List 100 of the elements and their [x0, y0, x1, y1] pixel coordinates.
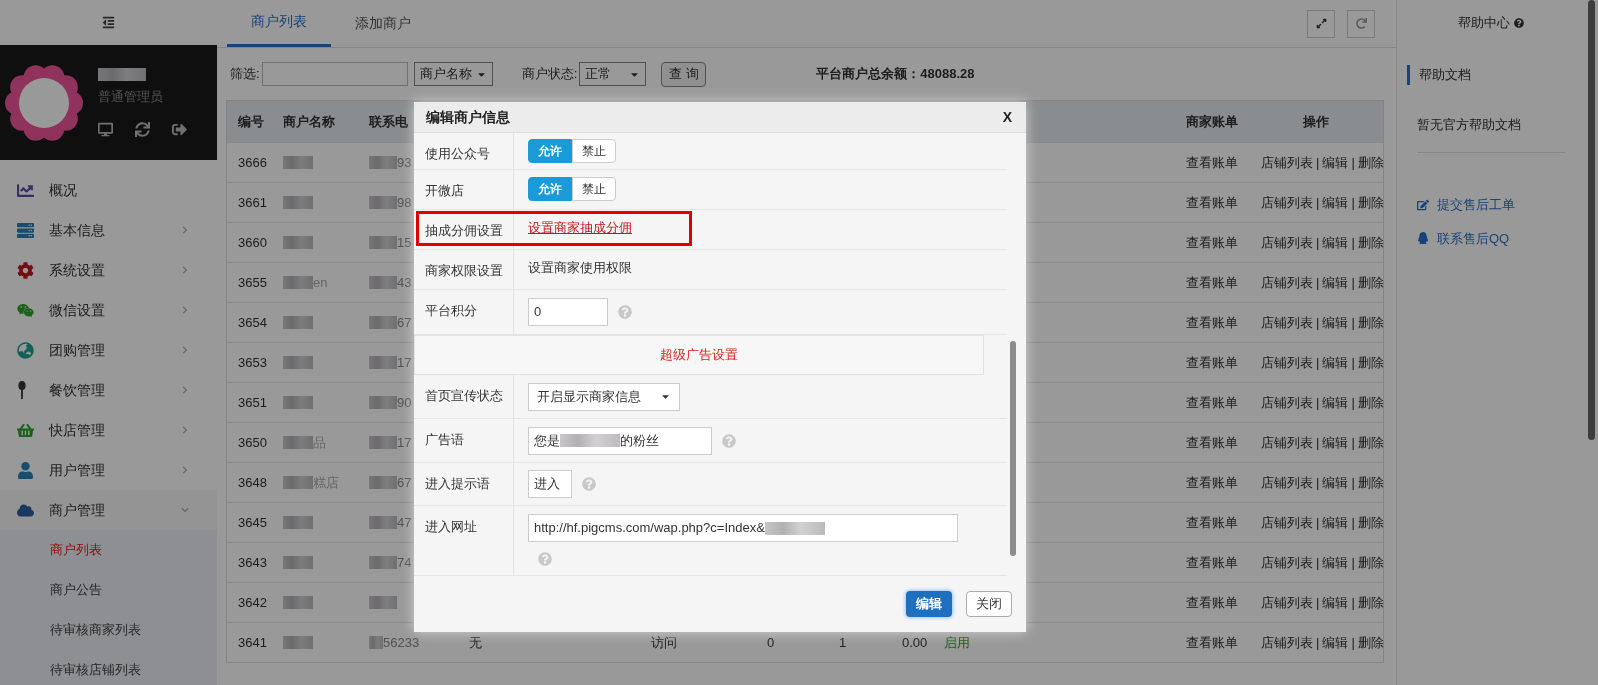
scrollbar[interactable] [1010, 341, 1016, 556]
input-field[interactable]: 进入 [528, 470, 572, 499]
action-link[interactable]: 店铺列表 [1261, 432, 1313, 453]
close-button[interactable]: 关闭 [966, 591, 1012, 617]
action-link[interactable]: 店铺列表 [1261, 392, 1313, 413]
fullscreen-button[interactable] [1307, 9, 1335, 38]
status-select[interactable]: 正常 [579, 62, 647, 86]
action-link[interactable]: 删除 [1357, 472, 1384, 493]
action-link[interactable]: 店铺列表 [1261, 512, 1313, 533]
submenu-item[interactable]: 待审核店铺列表 [0, 650, 217, 685]
submenu-item[interactable]: 待审核商家列表 [0, 610, 217, 650]
action-link[interactable]: 删除 [1357, 232, 1384, 253]
bill-link[interactable]: 查看账单 [1186, 232, 1261, 253]
action-link[interactable]: 编辑 [1322, 352, 1349, 373]
scrollbar[interactable] [1588, 0, 1595, 440]
filter-field[interactable] [261, 62, 408, 86]
help-link[interactable]: 提交售后工单 [1417, 195, 1515, 215]
input-field[interactable]: 0 [528, 297, 608, 326]
action-link[interactable]: 编辑 [1322, 632, 1349, 653]
commission-link[interactable]: 设置商家抽成分佣 [528, 217, 632, 238]
action-link[interactable]: 删除 [1357, 352, 1384, 373]
action-link[interactable]: 编辑 [1322, 592, 1349, 613]
action-link[interactable]: 删除 [1357, 272, 1384, 293]
action-link[interactable]: 店铺列表 [1261, 472, 1313, 493]
action-link[interactable]: 店铺列表 [1261, 632, 1313, 653]
action-link[interactable]: 店铺列表 [1261, 552, 1313, 573]
action-link[interactable]: 删除 [1357, 592, 1384, 613]
bill-link[interactable]: 查看账单 [1186, 632, 1261, 653]
action-link[interactable]: 编辑 [1322, 312, 1349, 333]
help-icon[interactable] [722, 433, 736, 448]
help-icon[interactable] [582, 477, 596, 492]
toggle-option[interactable]: 允许 [528, 177, 572, 202]
toggle-option[interactable]: 禁止 [572, 177, 616, 202]
action-link[interactable]: 编辑 [1322, 552, 1349, 573]
bill-link[interactable]: 查看账单 [1186, 152, 1261, 173]
action-link[interactable]: 编辑 [1322, 152, 1349, 173]
action-link[interactable]: 编辑 [1322, 392, 1349, 413]
sidebar-item[interactable]: 用户管理 [0, 450, 217, 490]
action-link[interactable]: 店铺列表 [1261, 232, 1313, 253]
action-link[interactable]: 删除 [1357, 192, 1384, 213]
status-select[interactable]: 开启显示商家信息 [528, 382, 680, 411]
sidebar-item[interactable]: 快店管理 [0, 410, 217, 450]
sidebar-item[interactable]: 团购管理 [0, 330, 217, 370]
sidebar-item[interactable]: 餐饮管理 [0, 370, 217, 410]
action-link[interactable]: 删除 [1357, 392, 1384, 413]
action-link[interactable]: 编辑 [1322, 472, 1349, 493]
bill-link[interactable]: 查看账单 [1186, 552, 1261, 573]
action-link[interactable]: 店铺列表 [1261, 312, 1313, 333]
refresh-button[interactable] [1347, 9, 1375, 38]
menu-icon[interactable] [102, 16, 115, 29]
tab[interactable]: 添加商户 [331, 0, 435, 47]
action-link[interactable]: 编辑 [1322, 272, 1349, 293]
action-link[interactable]: 店铺列表 [1261, 192, 1313, 213]
help-icon[interactable] [618, 304, 632, 319]
action-link[interactable]: 编辑 [1322, 192, 1349, 213]
sidebar-item[interactable]: 概况 [0, 170, 217, 210]
toggle-option[interactable]: 禁止 [572, 138, 616, 163]
bill-link[interactable]: 查看账单 [1186, 392, 1261, 413]
bill-link[interactable]: 查看账单 [1186, 432, 1261, 453]
bill-link[interactable]: 查看账单 [1186, 352, 1261, 373]
action-link[interactable]: 编辑 [1322, 432, 1349, 453]
bill-link[interactable]: 查看账单 [1186, 192, 1261, 213]
sidebar-item[interactable]: 基本信息 [0, 210, 217, 250]
bill-link[interactable]: 查看账单 [1186, 472, 1261, 493]
bill-link[interactable]: 查看账单 [1186, 592, 1261, 613]
bill-link[interactable]: 查看账单 [1186, 272, 1261, 293]
tab[interactable]: 商户列表 [227, 0, 331, 47]
action-link[interactable]: 店铺列表 [1261, 592, 1313, 613]
action-link[interactable]: 店铺列表 [1261, 272, 1313, 293]
sidebar-item[interactable]: 系统设置 [0, 250, 217, 290]
action-link[interactable]: 店铺列表 [1261, 352, 1313, 373]
bill-link[interactable]: 查看账单 [1186, 312, 1261, 333]
help-tab[interactable]: 帮助文档 [1407, 65, 1471, 85]
action-link[interactable]: 删除 [1357, 512, 1384, 533]
sidebar-item[interactable]: 商户管理 [0, 490, 217, 530]
monitor-icon[interactable] [98, 122, 113, 138]
field-select[interactable]: 商户名称 [413, 62, 493, 86]
edit-button[interactable]: 编辑 [906, 591, 952, 617]
input-field[interactable]: http://hf.pigcms.com/wap.php?c=Index& [528, 514, 958, 543]
sidebar-item[interactable]: 微信设置 [0, 290, 217, 330]
action-link[interactable]: 删除 [1357, 632, 1384, 653]
action-link[interactable]: 删除 [1357, 312, 1384, 333]
action-link[interactable]: 编辑 [1322, 232, 1349, 253]
action-link[interactable]: 删除 [1357, 552, 1384, 573]
close-button[interactable]: X [1000, 106, 1014, 128]
submenu-item[interactable]: 商户列表 [0, 530, 217, 570]
action-link[interactable]: 编辑 [1322, 512, 1349, 533]
query-button[interactable]: 查 询 [661, 61, 707, 87]
logout-icon[interactable] [172, 122, 187, 138]
action-link[interactable]: 删除 [1357, 152, 1384, 173]
bill-link[interactable]: 查看账单 [1186, 512, 1261, 533]
help-link[interactable]: 联系售后QQ [1417, 228, 1510, 248]
action-link[interactable]: 店铺列表 [1261, 152, 1313, 173]
help-icon[interactable] [538, 552, 552, 567]
separator: | [1316, 153, 1320, 172]
toggle-option[interactable]: 允许 [528, 138, 572, 163]
refresh-icon[interactable] [135, 122, 150, 138]
submenu-item[interactable]: 商户公告 [0, 570, 217, 610]
input-field[interactable]: 您是 的粉丝 [528, 426, 712, 455]
action-link[interactable]: 删除 [1357, 432, 1384, 453]
